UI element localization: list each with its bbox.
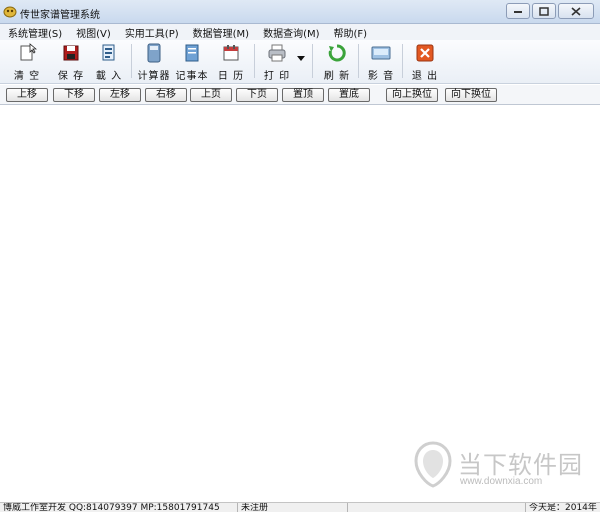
save-label: 保 存 [57,71,85,82]
media-screen-icon [371,43,391,63]
open-document-icon [99,43,119,63]
status-bar: 博威工作室开发 QQ:814079397 MP:15801791745 未注册 … [0,502,600,512]
move-up-button[interactable]: 上移 [6,88,48,102]
page-up-button[interactable]: 上页 [190,88,232,102]
dropdown-arrow-icon [297,56,305,61]
calculator-label: 计算器 [137,71,171,82]
swap-up-button[interactable]: 向上换位 [386,88,438,102]
load-label: 載 入 [95,71,123,82]
menu-help[interactable]: 帮助(F) [334,25,368,40]
exit-icon [415,43,435,63]
notepad-label: 记事本 [175,71,209,82]
notepad-icon [182,43,202,63]
close-icon [571,6,581,16]
move-top-button[interactable]: 置顶 [282,88,324,102]
close-button[interactable] [558,3,594,19]
window-title: 传世家谱管理系统 [20,10,100,21]
minimize-button[interactable] [506,3,530,19]
toolbar-separator [358,44,359,78]
exit-label: 退 出 [411,71,439,82]
menu-utilities[interactable]: 实用工具(P) [125,25,179,40]
calendar-label: 日 历 [217,71,245,82]
move-bottom-button[interactable]: 置底 [328,88,370,102]
move-down-button[interactable]: 下移 [53,88,95,102]
menu-data-query[interactable]: 数据查询(M) [263,25,319,40]
print-dropdown-arrow[interactable] [296,54,306,65]
calculator-icon [144,43,164,63]
minimize-icon [514,11,522,13]
clear-button[interactable]: 清 空 [12,43,42,83]
exit-button[interactable]: 退 出 [410,43,440,83]
family-tree-app-icon [3,5,17,18]
family-tree-canvas[interactable] [0,106,600,502]
toolbar-separator [312,44,313,78]
menu-system-management[interactable]: 系统管理(S) [8,25,62,40]
title-bar: 传世家谱管理系统 [0,0,600,24]
clear-label: 清 空 [13,71,41,82]
refresh-button[interactable]: 刷 新 [322,43,352,83]
page-down-button[interactable]: 下页 [236,88,278,102]
menu-data-management[interactable]: 数据管理(M) [193,25,249,40]
toolbar-separator [131,44,132,78]
media-button[interactable]: 影 音 [366,43,396,83]
blank-page-icon [17,43,37,63]
calendar-button[interactable]: 日 历 [216,43,246,83]
toolbar-separator [402,44,403,78]
window-controls [506,3,594,19]
toolbar: 清 空 保 存 載 入 计算器 记事本 日 历 打 印 刷 新 影 音 退 出 [0,40,600,84]
move-right-button[interactable]: 右移 [145,88,187,102]
status-registration: 未注册 [238,503,348,512]
status-empty-panel [348,503,526,512]
navigation-button-row: 上移 下移 左移 右移 上页 下页 置顶 置底 向上换位 向下换位 [0,85,600,105]
save-button[interactable]: 保 存 [56,43,86,83]
swap-down-button[interactable]: 向下换位 [445,88,497,102]
status-date: 今天是：2014年 [529,503,597,512]
refresh-icon [327,43,347,63]
watermark-brand: 当下软件园 [458,451,583,479]
watermark-url: www.downxia.com [460,476,543,487]
watermark-logo-icon [413,440,453,488]
status-developer-info: 博威工作室开发 QQ:814079397 MP:15801791745 [0,503,238,512]
print-label: 打 印 [263,71,291,82]
notepad-button[interactable]: 记事本 [175,43,209,83]
maximize-icon [539,6,549,16]
printer-icon [267,43,287,63]
menu-bar: 系统管理(S) 视图(V) 实用工具(P) 数据管理(M) 数据查询(M) 帮助… [0,24,600,40]
toolbar-separator [254,44,255,78]
calculator-button[interactable]: 计算器 [137,43,171,83]
floppy-disk-icon [61,43,81,63]
load-button[interactable]: 載 入 [94,43,124,83]
media-label: 影 音 [367,71,395,82]
menu-view[interactable]: 视图(V) [76,25,111,40]
print-button[interactable]: 打 印 [262,43,292,83]
maximize-button[interactable] [532,3,556,19]
move-left-button[interactable]: 左移 [99,88,141,102]
calendar-icon [221,43,241,63]
refresh-label: 刷 新 [323,71,351,82]
